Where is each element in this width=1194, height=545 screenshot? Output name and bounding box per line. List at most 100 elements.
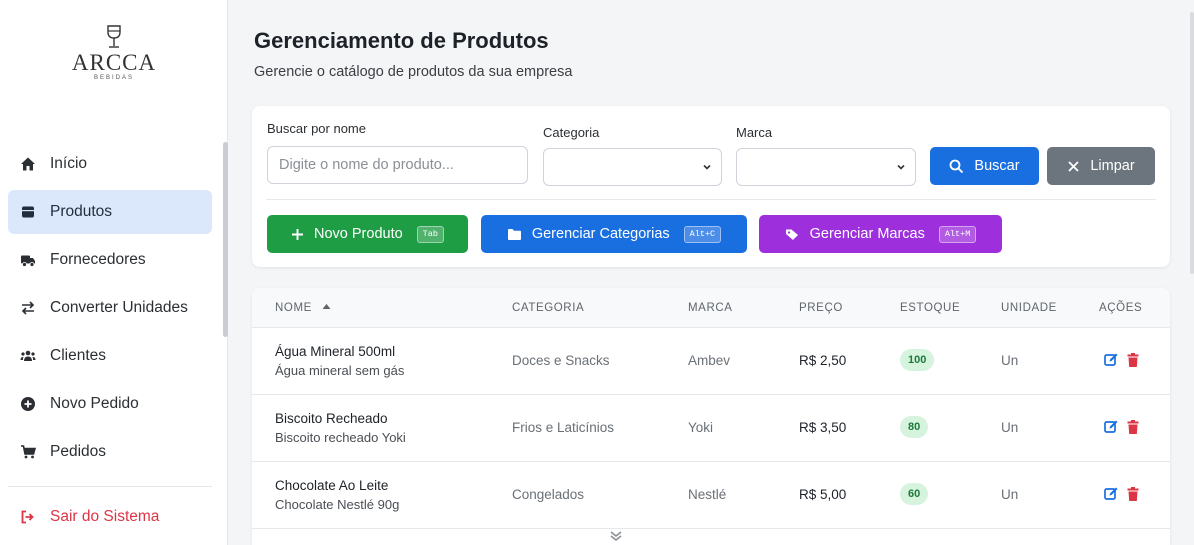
sidebar-item-clientes[interactable]: Clientes xyxy=(8,334,212,378)
column-header-categoria[interactable]: CATEGORIA xyxy=(512,302,584,314)
clear-button[interactable]: Limpar xyxy=(1047,147,1155,185)
home-icon xyxy=(20,156,36,172)
table-row[interactable]: Água Mineral 500ml Água mineral sem gás … xyxy=(252,328,1170,395)
filter-card: Buscar por nome Categoria Marca Buscar L… xyxy=(252,106,1170,267)
product-brand: Ambev xyxy=(688,353,731,368)
exchange-icon xyxy=(20,300,36,316)
scroll-down-icon[interactable] xyxy=(608,531,624,541)
sidebar: ARCCA BEBIDAS Início Produtos Fornecedor… xyxy=(0,0,228,545)
page-scrollbar[interactable] xyxy=(1190,12,1194,274)
brand-subtitle: BEBIDAS xyxy=(93,75,134,81)
sidebar-item-converter-unidades[interactable]: Converter Unidades xyxy=(8,286,212,330)
logout-button[interactable]: Sair do Sistema xyxy=(20,508,159,526)
product-name: Água Mineral 500ml xyxy=(275,344,396,359)
sidebar-item-label: Produtos xyxy=(50,203,113,220)
column-header-unidade[interactable]: UNIDADE xyxy=(1001,302,1057,314)
chevron-down-icon xyxy=(703,164,711,170)
product-unit: Un xyxy=(1001,420,1019,435)
product-brand: Yoki xyxy=(688,420,714,435)
stock-badge: 60 xyxy=(900,483,929,505)
product-price: R$ 5,00 xyxy=(799,487,847,502)
sidebar-divider xyxy=(8,486,212,487)
product-description: Chocolate Nestlé 90g xyxy=(275,497,400,512)
sidebar-item-inicio[interactable]: Início xyxy=(8,142,212,186)
close-icon xyxy=(1068,160,1079,172)
table-row[interactable]: Chocolate Ao Leite Chocolate Nestlé 90g … xyxy=(252,462,1170,529)
column-header-acoes: AÇÕES xyxy=(1099,302,1143,314)
main-content: Gerenciamento de Produtos Gerencie o cat… xyxy=(240,0,1180,545)
manage-brands-button[interactable]: Gerenciar Marcas Alt+M xyxy=(759,215,1002,253)
search-name-input[interactable] xyxy=(267,146,528,184)
sidebar-item-novo-pedido[interactable]: Novo Pedido xyxy=(8,382,212,426)
truck-icon xyxy=(20,252,36,268)
manage-brands-label: Gerenciar Marcas xyxy=(809,226,925,242)
folder-icon xyxy=(507,228,521,240)
product-category: Congelados xyxy=(512,487,585,502)
sidebar-item-label: Início xyxy=(50,155,88,172)
trash-icon[interactable] xyxy=(1125,352,1141,368)
column-header-preco[interactable]: PREÇO xyxy=(799,302,843,314)
sidebar-item-label: Pedidos xyxy=(50,443,107,460)
table-header: NOME CATEGORIA MARCA PREÇO ESTOQUE UNIDA… xyxy=(252,288,1170,328)
logout-label: Sair do Sistema xyxy=(50,508,160,525)
product-name: Chocolate Ao Leite xyxy=(275,478,389,493)
products-table: NOME CATEGORIA MARCA PREÇO ESTOQUE UNIDA… xyxy=(252,288,1170,545)
box-icon xyxy=(20,204,36,220)
tags-icon xyxy=(785,229,798,240)
sidebar-item-produtos[interactable]: Produtos xyxy=(8,190,212,234)
category-select[interactable] xyxy=(543,148,722,186)
edit-icon[interactable] xyxy=(1103,486,1119,502)
plus-circle-icon xyxy=(20,396,36,412)
table-row[interactable]: Biscoito Recheado Biscoito recheado Yoki… xyxy=(252,395,1170,462)
product-category: Doces e Snacks xyxy=(512,353,610,368)
trash-icon[interactable] xyxy=(1125,419,1141,435)
manage-categories-button[interactable]: Gerenciar Categorias Alt+C xyxy=(481,215,747,253)
brand-name: ARCCA xyxy=(71,50,157,75)
column-header-marca[interactable]: MARCA xyxy=(688,302,733,314)
stock-badge: 80 xyxy=(900,416,929,438)
name-filter-label: Buscar por nome xyxy=(267,121,366,136)
search-button-label: Buscar xyxy=(974,158,1020,174)
edit-icon[interactable] xyxy=(1103,419,1119,435)
product-price: R$ 3,50 xyxy=(799,420,847,435)
product-brand: Nestlé xyxy=(688,487,727,502)
wine-glass-icon xyxy=(107,25,121,48)
search-button[interactable]: Buscar xyxy=(930,147,1039,185)
new-product-label: Novo Produto xyxy=(314,226,403,242)
shortcut-badge: Alt+C xyxy=(683,225,722,243)
cart-icon xyxy=(20,444,36,460)
filter-divider xyxy=(266,199,1156,200)
sign-out-icon xyxy=(20,509,36,525)
product-description: Biscoito recheado Yoki xyxy=(275,430,406,445)
product-unit: Un xyxy=(1001,353,1019,368)
sort-asc-icon xyxy=(322,304,331,309)
brand-select[interactable] xyxy=(736,148,916,186)
sidebar-item-fornecedores[interactable]: Fornecedores xyxy=(8,238,212,282)
sidebar-item-pedidos[interactable]: Pedidos xyxy=(8,430,212,474)
category-filter-label: Categoria xyxy=(543,125,600,140)
edit-icon[interactable] xyxy=(1103,352,1119,368)
plus-icon xyxy=(292,228,303,240)
page-subtitle: Gerencie o catálogo de produtos da sua e… xyxy=(254,64,573,80)
sidebar-scrollbar[interactable] xyxy=(223,142,228,337)
product-unit: Un xyxy=(1001,487,1019,502)
sidebar-item-label: Clientes xyxy=(50,347,106,364)
sidebar-nav: Início Produtos Fornecedores Converter U… xyxy=(8,142,212,478)
product-description: Água mineral sem gás xyxy=(275,363,405,378)
page-title: Gerenciamento de Produtos xyxy=(254,28,549,53)
sidebar-item-label: Novo Pedido xyxy=(50,395,139,412)
new-product-button[interactable]: Novo Produto Tab xyxy=(267,215,468,253)
sidebar-item-label: Converter Unidades xyxy=(50,299,188,316)
sidebar-item-label: Fornecedores xyxy=(50,251,146,268)
column-header-nome[interactable]: NOME xyxy=(275,302,331,314)
trash-icon[interactable] xyxy=(1125,486,1141,502)
product-name: Biscoito Recheado xyxy=(275,411,388,426)
shortcut-badge: Alt+M xyxy=(938,225,977,243)
manage-categories-label: Gerenciar Categorias xyxy=(531,226,670,242)
column-header-estoque[interactable]: ESTOQUE xyxy=(900,302,960,314)
chevron-down-icon xyxy=(897,164,905,170)
product-price: R$ 2,50 xyxy=(799,353,847,368)
users-icon xyxy=(20,348,36,364)
brand-logo[interactable]: ARCCA BEBIDAS xyxy=(0,24,228,81)
brand-filter-label: Marca xyxy=(736,125,773,140)
